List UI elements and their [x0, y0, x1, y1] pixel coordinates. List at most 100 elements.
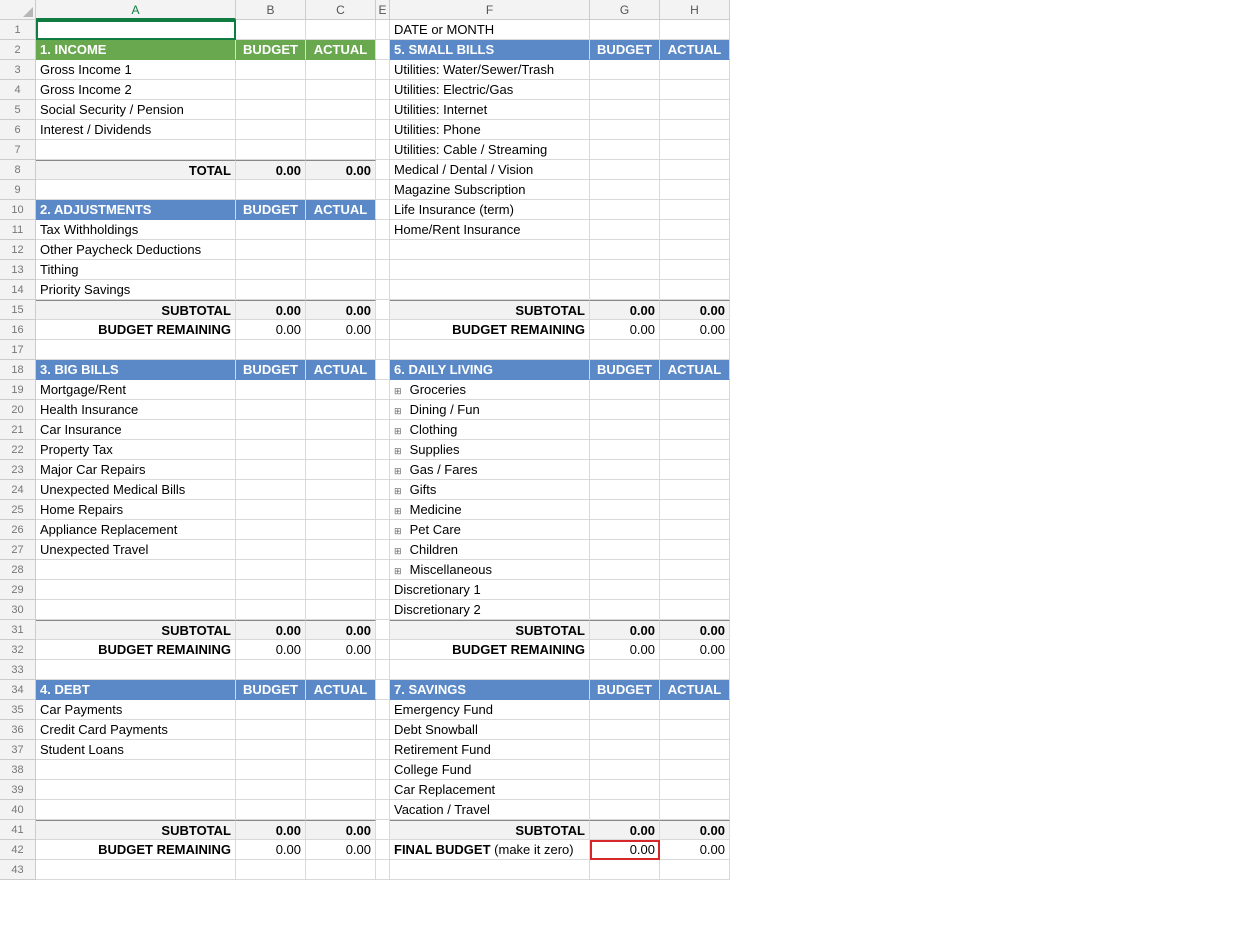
- row-head-24[interactable]: 24: [0, 480, 36, 500]
- cell[interactable]: [376, 860, 390, 880]
- cell[interactable]: [236, 860, 306, 880]
- line-item[interactable]: [36, 560, 236, 580]
- cell[interactable]: [306, 20, 376, 40]
- cell[interactable]: [660, 160, 730, 180]
- row-head-5[interactable]: 5: [0, 100, 36, 120]
- cell[interactable]: [660, 520, 730, 540]
- row-head-12[interactable]: 12: [0, 240, 36, 260]
- cell[interactable]: [376, 80, 390, 100]
- line-item[interactable]: [36, 600, 236, 620]
- cell[interactable]: [590, 700, 660, 720]
- line-item[interactable]: Tithing: [36, 260, 236, 280]
- cell[interactable]: [376, 360, 390, 380]
- cell[interactable]: [376, 280, 390, 300]
- cell[interactable]: [306, 520, 376, 540]
- line-item[interactable]: Interest / Dividends: [36, 120, 236, 140]
- cell[interactable]: [236, 340, 306, 360]
- cell[interactable]: [236, 220, 306, 240]
- cell[interactable]: [660, 540, 730, 560]
- line-item[interactable]: Home Repairs: [36, 500, 236, 520]
- cell[interactable]: [590, 20, 660, 40]
- cell[interactable]: [306, 540, 376, 560]
- line-item[interactable]: Utilities: Electric/Gas: [390, 80, 590, 100]
- row-head-9[interactable]: 9: [0, 180, 36, 200]
- cell[interactable]: [306, 100, 376, 120]
- cell[interactable]: [36, 180, 236, 200]
- cell[interactable]: [376, 180, 390, 200]
- line-item[interactable]: ⊞ Pet Care: [390, 520, 590, 540]
- row-head-34[interactable]: 34: [0, 680, 36, 700]
- row-head-37[interactable]: 37: [0, 740, 36, 760]
- cell[interactable]: [376, 460, 390, 480]
- line-item[interactable]: Retirement Fund: [390, 740, 590, 760]
- cell[interactable]: [590, 500, 660, 520]
- cell[interactable]: [590, 80, 660, 100]
- cell[interactable]: [236, 80, 306, 100]
- cell[interactable]: [236, 480, 306, 500]
- cell[interactable]: [376, 560, 390, 580]
- cell[interactable]: [660, 100, 730, 120]
- row-head-21[interactable]: 21: [0, 420, 36, 440]
- cell-A1[interactable]: [36, 20, 236, 40]
- cell[interactable]: [376, 240, 390, 260]
- cell[interactable]: [590, 380, 660, 400]
- cell[interactable]: [660, 660, 730, 680]
- cell[interactable]: [306, 860, 376, 880]
- cell[interactable]: [660, 120, 730, 140]
- cell[interactable]: [590, 100, 660, 120]
- line-item[interactable]: Student Loans: [36, 740, 236, 760]
- row-head-43[interactable]: 43: [0, 860, 36, 880]
- row-head-7[interactable]: 7: [0, 140, 36, 160]
- cell[interactable]: [306, 240, 376, 260]
- cell[interactable]: [660, 80, 730, 100]
- cell[interactable]: [376, 120, 390, 140]
- row-head-36[interactable]: 36: [0, 720, 36, 740]
- cell[interactable]: [306, 120, 376, 140]
- cell[interactable]: [306, 80, 376, 100]
- cell[interactable]: [590, 540, 660, 560]
- cell[interactable]: [376, 140, 390, 160]
- cell[interactable]: [660, 240, 730, 260]
- cell[interactable]: [590, 280, 660, 300]
- cell[interactable]: [306, 480, 376, 500]
- line-item[interactable]: Unexpected Medical Bills: [36, 480, 236, 500]
- cell[interactable]: [660, 760, 730, 780]
- row-head-31[interactable]: 31: [0, 620, 36, 640]
- row-head-13[interactable]: 13: [0, 260, 36, 280]
- spreadsheet-grid[interactable]: ABCEFGH1DATE or MONTH21. INCOMEBUDGETACT…: [0, 0, 1259, 880]
- cell[interactable]: [660, 180, 730, 200]
- line-item[interactable]: ⊞ Dining / Fun: [390, 400, 590, 420]
- cell[interactable]: [376, 300, 390, 320]
- line-item[interactable]: Appliance Replacement: [36, 520, 236, 540]
- row-head-6[interactable]: 6: [0, 120, 36, 140]
- cell[interactable]: [660, 560, 730, 580]
- cell[interactable]: [590, 800, 660, 820]
- cell[interactable]: [376, 820, 390, 840]
- cell[interactable]: [376, 320, 390, 340]
- cell[interactable]: [390, 340, 590, 360]
- cell[interactable]: [236, 540, 306, 560]
- cell[interactable]: [376, 580, 390, 600]
- row-head-27[interactable]: 27: [0, 540, 36, 560]
- line-item[interactable]: [36, 140, 236, 160]
- cell[interactable]: [660, 500, 730, 520]
- cell[interactable]: [376, 40, 390, 60]
- line-item[interactable]: Utilities: Internet: [390, 100, 590, 120]
- cell[interactable]: [376, 680, 390, 700]
- cell[interactable]: [376, 840, 390, 860]
- row-head-23[interactable]: 23: [0, 460, 36, 480]
- cell[interactable]: [660, 460, 730, 480]
- cell[interactable]: [376, 260, 390, 280]
- line-item[interactable]: Utilities: Water/Sewer/Trash: [390, 60, 590, 80]
- cell[interactable]: [306, 800, 376, 820]
- cell[interactable]: [660, 380, 730, 400]
- cell[interactable]: [236, 180, 306, 200]
- cell[interactable]: [376, 500, 390, 520]
- cell[interactable]: [660, 220, 730, 240]
- row-head-33[interactable]: 33: [0, 660, 36, 680]
- cell[interactable]: [590, 160, 660, 180]
- cell[interactable]: [590, 60, 660, 80]
- line-item[interactable]: ⊞ Supplies: [390, 440, 590, 460]
- cell[interactable]: [306, 600, 376, 620]
- cell[interactable]: [236, 240, 306, 260]
